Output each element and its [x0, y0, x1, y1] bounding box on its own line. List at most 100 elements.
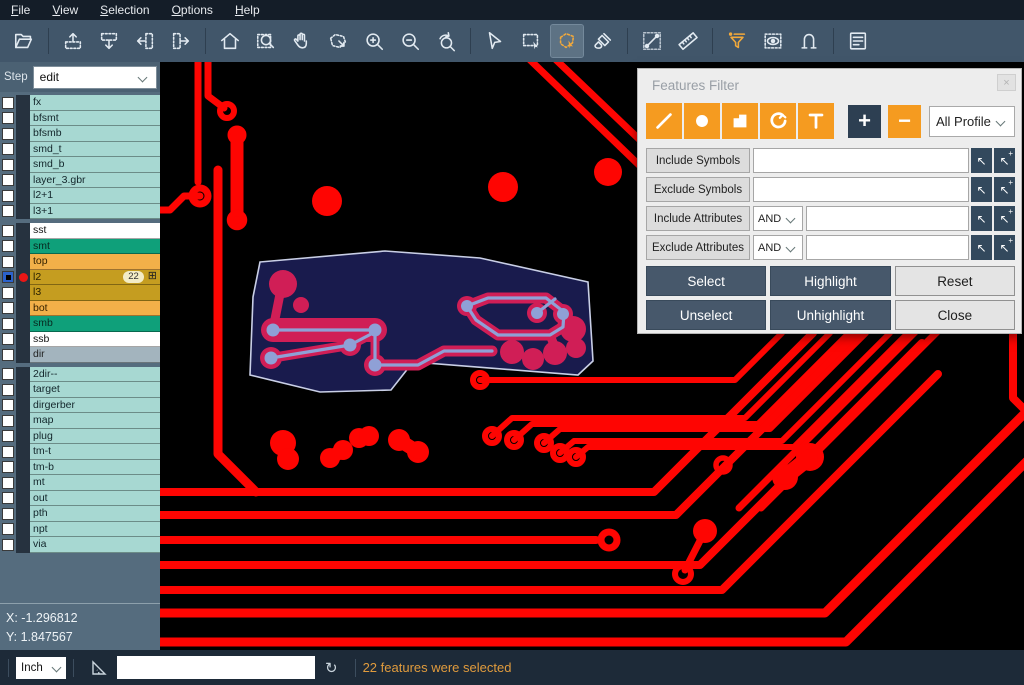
layer-visibility-checkbox[interactable] — [2, 399, 14, 411]
layer-visibility-checkbox[interactable] — [2, 240, 14, 252]
select-rectangle-button[interactable] — [515, 25, 547, 57]
highlight-button[interactable]: Highlight — [770, 266, 890, 296]
command-input[interactable] — [117, 656, 315, 679]
layer-visibility-checkbox[interactable] — [2, 287, 14, 299]
features-filter-button[interactable] — [721, 25, 753, 57]
feature-type-pad-button[interactable] — [684, 103, 720, 139]
layer-visibility-checkbox[interactable] — [2, 415, 14, 427]
unhighlight-button[interactable]: Unhighlight — [770, 300, 890, 330]
grid-view-icon[interactable]: ⊞ — [148, 271, 157, 282]
clear-selection-button[interactable] — [587, 25, 619, 57]
layer-name[interactable]: map — [30, 413, 160, 429]
layer-name[interactable]: ssb — [30, 332, 160, 348]
select-polygon-button[interactable] — [551, 25, 583, 57]
layer-visibility-checkbox[interactable] — [2, 225, 14, 237]
layer-name[interactable]: plug — [30, 429, 160, 445]
layer-visibility-checkbox[interactable] — [2, 508, 14, 520]
zoom-previous-button[interactable] — [430, 25, 462, 57]
layer-visibility-checkbox[interactable] — [2, 430, 14, 442]
layer-name[interactable]: target — [30, 382, 160, 398]
zoom-window-button[interactable] — [250, 25, 282, 57]
layer-visibility-checkbox[interactable] — [2, 205, 14, 217]
pick-from-canvas-button[interactable]: ↖ — [971, 177, 992, 202]
layer-visibility-checkbox[interactable] — [2, 539, 14, 551]
refresh-icon[interactable]: ↻ — [325, 659, 338, 677]
zoom-home-button[interactable] — [214, 25, 246, 57]
layer-visibility-checkbox[interactable] — [2, 174, 14, 186]
pick-from-canvas-button[interactable]: ↖ — [971, 206, 992, 231]
snap-mode-button[interactable] — [793, 25, 825, 57]
pick-add-from-canvas-button[interactable]: ↖+ — [994, 148, 1015, 173]
operator-dropdown[interactable]: AND — [753, 235, 803, 260]
exclude-attributes-button[interactable]: Exclude Attributes — [646, 235, 750, 260]
select-button[interactable]: Select — [646, 266, 766, 296]
layer-name[interactable]: bfsmt — [30, 111, 160, 127]
layer-visibility-checkbox[interactable] — [2, 271, 14, 283]
layer-name[interactable]: sst — [30, 223, 160, 239]
layer-name[interactable]: dirgerber — [30, 398, 160, 414]
layer-visibility-checkbox[interactable] — [2, 256, 14, 268]
select-pointer-button[interactable] — [479, 25, 511, 57]
feature-type-text-button[interactable] — [798, 103, 834, 139]
include-attributes-input[interactable] — [806, 206, 969, 231]
measure-line-button[interactable] — [636, 25, 668, 57]
layer-name[interactable]: npt — [30, 522, 160, 538]
layer-name[interactable]: l2+1 — [30, 188, 160, 204]
step-right-button[interactable] — [165, 25, 197, 57]
pick-add-from-canvas-button[interactable]: ↖+ — [994, 206, 1015, 231]
angle-measure-icon[interactable] — [90, 659, 108, 677]
menu-file[interactable]: File — [0, 0, 41, 20]
exclude-symbols-button[interactable]: Exclude Symbols — [646, 177, 750, 202]
add-filter-button[interactable]: + — [848, 105, 881, 138]
layer-name[interactable]: tm-b — [30, 460, 160, 476]
menu-view[interactable]: View — [41, 0, 89, 20]
include-symbols-input[interactable] — [753, 148, 969, 173]
layer-name[interactable]: fx — [30, 95, 160, 111]
layer-name[interactable]: pth — [30, 506, 160, 522]
pick-from-canvas-button[interactable]: ↖ — [971, 235, 992, 260]
layer-name[interactable]: smd_b — [30, 157, 160, 173]
layer-visibility-checkbox[interactable] — [2, 477, 14, 489]
feature-type-arc-button[interactable] — [760, 103, 796, 139]
step-up-button[interactable] — [57, 25, 89, 57]
include-attributes-button[interactable]: Include Attributes — [646, 206, 750, 231]
layer-visibility-checkbox[interactable] — [2, 492, 14, 504]
zoom-in-button[interactable] — [358, 25, 390, 57]
layer-name[interactable]: out — [30, 491, 160, 507]
pick-add-from-canvas-button[interactable]: ↖+ — [994, 235, 1015, 260]
layer-visibility-checkbox[interactable] — [2, 349, 14, 361]
layer-visibility-checkbox[interactable] — [2, 128, 14, 140]
layer-visibility-checkbox[interactable] — [2, 97, 14, 109]
pick-from-canvas-button[interactable]: ↖ — [971, 148, 992, 173]
menu-options[interactable]: Options — [161, 0, 224, 20]
layer-name[interactable]: 2dir-- — [30, 367, 160, 383]
layer-name[interactable]: top — [30, 254, 160, 270]
layer-name[interactable]: layer_3.gbr — [30, 173, 160, 189]
layer-visibility-checkbox[interactable] — [2, 190, 14, 202]
feature-type-line-button[interactable] — [646, 103, 682, 139]
layer-visibility-checkbox[interactable] — [2, 318, 14, 330]
open-project-button[interactable] — [8, 25, 40, 57]
layer-visibility-checkbox[interactable] — [2, 523, 14, 535]
layer-visibility-checkbox[interactable] — [2, 446, 14, 458]
step-left-button[interactable] — [129, 25, 161, 57]
layer-name[interactable]: bfsmb — [30, 126, 160, 142]
layer-name[interactable]: smd_t — [30, 142, 160, 158]
layer-visibility-checkbox[interactable] — [2, 333, 14, 345]
layer-visibility-checkbox[interactable] — [2, 461, 14, 473]
profile-dropdown[interactable]: All Profile — [929, 106, 1015, 137]
layer-name[interactable]: l222⊞ — [30, 270, 160, 286]
close-button[interactable]: Close — [895, 300, 1015, 330]
layer-visibility-checkbox[interactable] — [2, 112, 14, 124]
step-dropdown[interactable]: edit — [33, 66, 157, 89]
pan-button[interactable] — [286, 25, 318, 57]
layer-visibility-checkbox[interactable] — [2, 159, 14, 171]
layer-visibility-checkbox[interactable] — [2, 143, 14, 155]
operator-dropdown[interactable]: AND — [753, 206, 803, 231]
measure-ruler-button[interactable] — [672, 25, 704, 57]
menu-help[interactable]: Help — [224, 0, 271, 20]
zoom-out-button[interactable] — [394, 25, 426, 57]
layer-name[interactable]: smb — [30, 316, 160, 332]
feature-properties-button[interactable] — [842, 25, 874, 57]
feature-type-surface-button[interactable] — [722, 103, 758, 139]
